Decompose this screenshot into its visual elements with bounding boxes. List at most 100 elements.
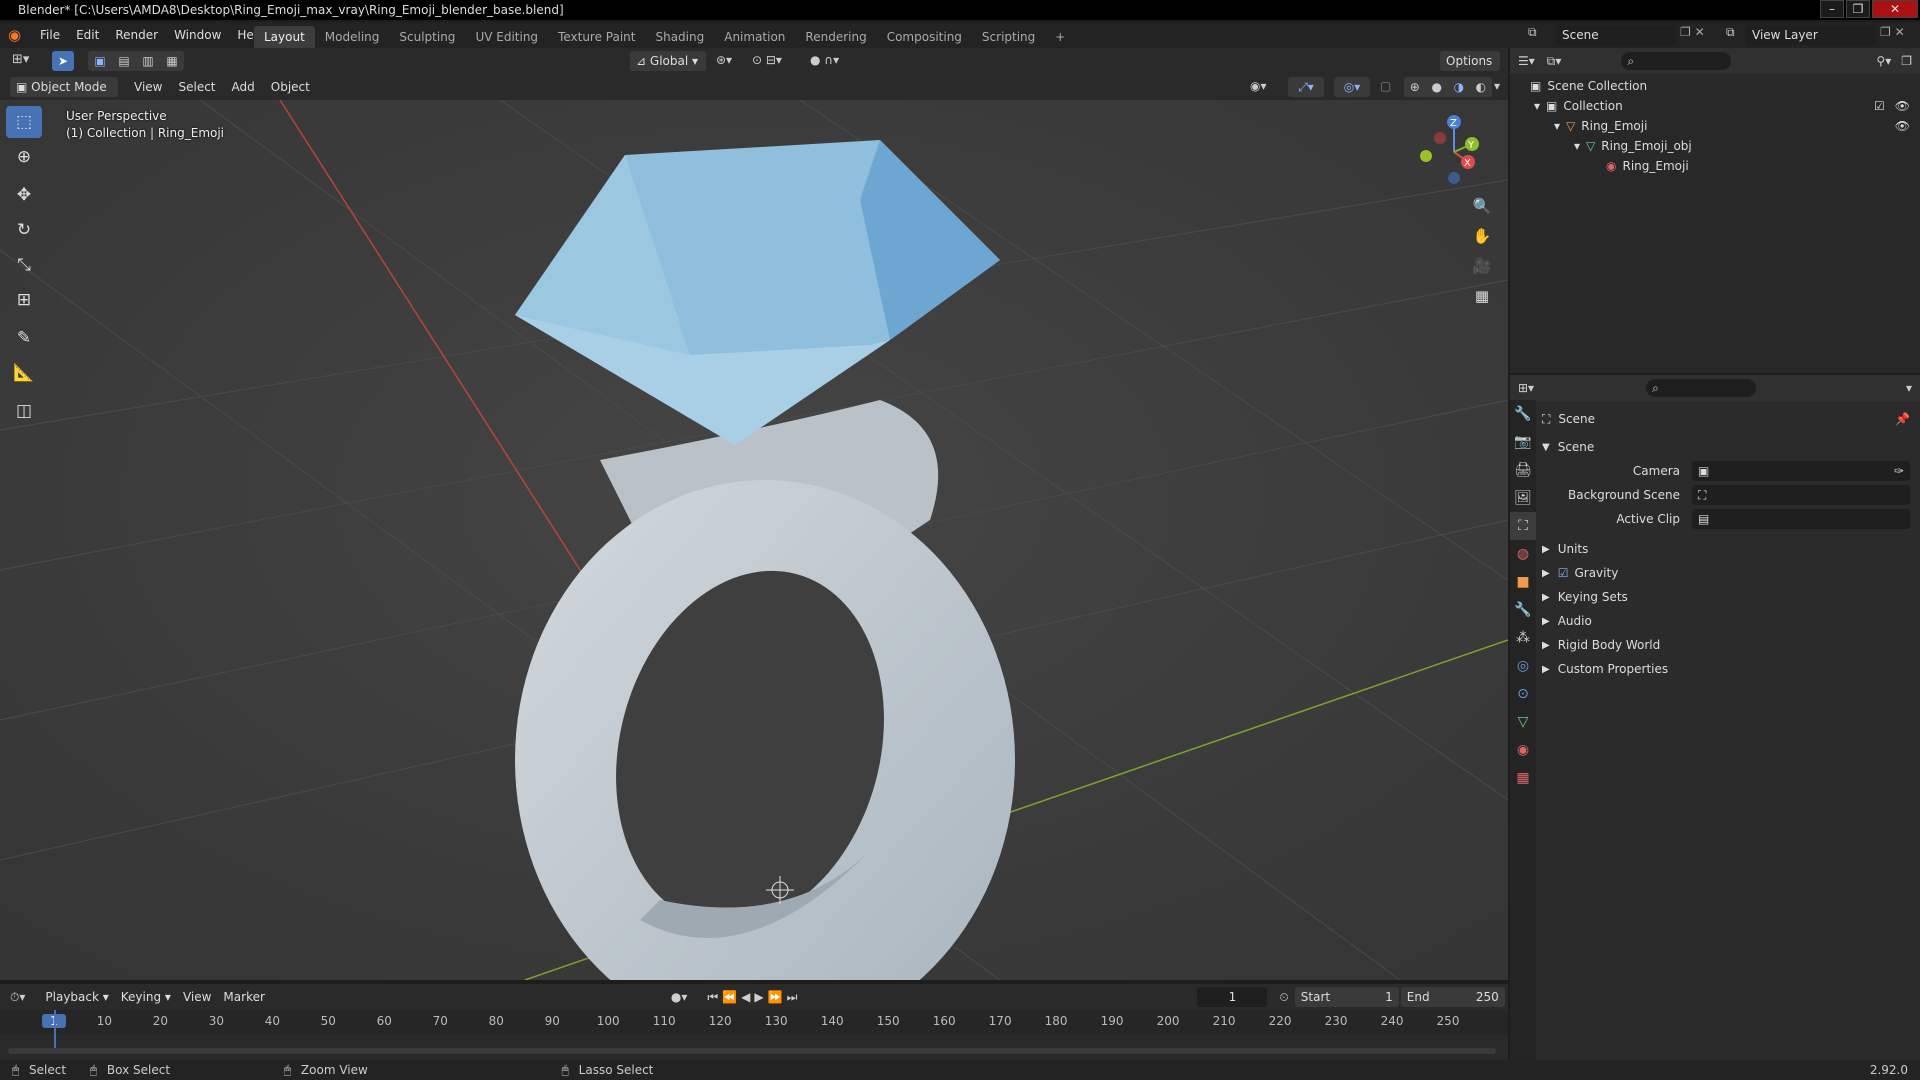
annotate-tool-icon[interactable]: ✎ <box>6 322 42 354</box>
add-cube-tool-icon[interactable]: ◫ <box>6 395 42 427</box>
camera-field[interactable]: ▣ ✑ <box>1692 461 1910 481</box>
navigation-gizmo[interactable]: Z X Y <box>1410 110 1490 190</box>
material-shading-icon[interactable]: ◑ <box>1454 80 1464 94</box>
solid-shading-icon[interactable]: ● <box>1431 80 1441 94</box>
particles-tab-icon[interactable]: ⁂ <box>1510 624 1536 652</box>
data-tab-icon[interactable]: ▽ <box>1510 708 1536 736</box>
view-layer-field[interactable]: View Layer <box>1746 25 1876 45</box>
menu-object[interactable]: Object <box>263 80 318 94</box>
constraints-tab-icon[interactable]: ⊙ <box>1510 680 1536 708</box>
tab-layout[interactable]: Layout <box>254 26 315 48</box>
wireframe-shading-icon[interactable]: ⊕ <box>1410 80 1420 94</box>
play-reverse-icon[interactable]: ◀ <box>741 990 750 1004</box>
tab-sculpting[interactable]: Sculpting <box>389 26 465 48</box>
jump-end-icon[interactable]: ⏭ <box>787 990 798 1005</box>
panel-rigid-body-world[interactable]: ▶ Rigid Body World <box>1542 633 1920 657</box>
physics-tab-icon[interactable]: ◎ <box>1510 652 1536 680</box>
view-layer-browse-icon[interactable]: ⧉ <box>1726 25 1735 40</box>
select-tool-icon[interactable]: ➤ <box>52 51 74 71</box>
world-tab-icon[interactable]: ◍ <box>1510 540 1536 568</box>
select-box-tool-icon[interactable]: ⬚ <box>6 106 42 138</box>
outliner-search-input[interactable]: ⌕ <box>1621 52 1732 70</box>
select-extend-icon[interactable]: ▤ <box>118 54 129 68</box>
eye-icon[interactable]: 👁 <box>1895 116 1910 136</box>
new-scene-icon[interactable]: ❐ ✕ <box>1680 25 1705 39</box>
end-frame-field[interactable]: End 250 <box>1400 987 1505 1007</box>
pivot-point-icon[interactable]: ⊛▾ <box>716 53 732 67</box>
tab-compositing[interactable]: Compositing <box>877 26 972 48</box>
editor-type-icon[interactable]: ⊞▾ <box>12 52 29 67</box>
blender-logo-icon[interactable]: ◉ <box>8 26 26 44</box>
menu-window[interactable]: Window <box>166 28 229 42</box>
xray-toggle-icon[interactable]: ▢ <box>1380 79 1391 93</box>
properties-options-icon[interactable]: ▾ <box>1906 381 1912 395</box>
gravity-checkbox-icon[interactable]: ☑ <box>1558 566 1569 580</box>
outliner-row-ring-emoji[interactable]: ▾ ▽ Ring_Emoji 👁 <box>1510 116 1920 136</box>
outliner-row-ring-emoji-obj[interactable]: ▾ ▽ Ring_Emoji_obj <box>1510 136 1920 156</box>
overlay-toggle-icon[interactable]: ◎▾ <box>1334 77 1370 97</box>
scene-browse-icon[interactable]: ⧉ <box>1528 25 1548 45</box>
panel-gravity[interactable]: ▶ ☑ Gravity <box>1542 561 1920 585</box>
tab-scripting[interactable]: Scripting <box>972 26 1045 48</box>
output-tab-icon[interactable]: 🖨 <box>1510 456 1536 484</box>
rendered-shading-icon[interactable]: ◐ <box>1476 80 1486 94</box>
outliner-row-material[interactable]: ◉ Ring_Emoji <box>1510 156 1920 176</box>
transform-tool-icon[interactable]: ⊞ <box>6 284 42 316</box>
playback-menu[interactable]: Playback ▾ <box>39 987 114 1007</box>
view-layer-tab-icon[interactable]: 🖼 <box>1510 484 1536 512</box>
proportional-editing-icon[interactable]: ● ∩▾ <box>810 53 839 67</box>
3d-viewport[interactable] <box>0 100 1508 980</box>
move-tool-icon[interactable]: ✥ <box>6 179 42 211</box>
visibility-icon[interactable]: ◉▾ <box>1250 79 1267 93</box>
select-new-icon[interactable]: ▣ <box>94 54 105 68</box>
expand-arrow-icon[interactable]: ▾ <box>1574 136 1580 156</box>
options-dropdown[interactable]: Options ▾ <box>1440 51 1500 88</box>
properties-search-input[interactable]: ⌕ <box>1646 379 1757 397</box>
gizmo-toggle-icon[interactable]: ⤢▾ <box>1288 77 1324 97</box>
panel-audio[interactable]: ▶ Audio <box>1542 609 1920 633</box>
tool-tab-icon[interactable]: 🔧 <box>1510 400 1536 428</box>
play-icon[interactable]: ▶ <box>754 990 763 1004</box>
material-tab-icon[interactable]: ◉ <box>1510 736 1536 764</box>
menu-render[interactable]: Render <box>107 28 166 42</box>
menu-select[interactable]: Select <box>170 80 223 94</box>
timeline-editor-icon[interactable]: ⏱▾ <box>10 990 25 1005</box>
rotate-tool-icon[interactable]: ↻ <box>6 214 42 246</box>
active-clip-field[interactable]: ▤ <box>1692 509 1910 529</box>
keyframe-prev-icon[interactable]: ⏪ <box>722 990 737 1004</box>
start-frame-field[interactable]: Start 1 <box>1294 987 1399 1007</box>
scene-name-field[interactable]: Scene <box>1556 25 1676 45</box>
panel-scene-header[interactable]: ▼ Scene <box>1542 435 1920 459</box>
background-scene-field[interactable]: ⛶ <box>1692 485 1910 505</box>
record-icon[interactable]: ●▾ <box>671 990 688 1004</box>
snap-icon[interactable]: ⊙ ⊟▾ <box>752 53 782 67</box>
tab-texture-paint[interactable]: Texture Paint <box>548 26 645 48</box>
close-button[interactable]: ✕ <box>1872 0 1918 18</box>
panel-keying-sets[interactable]: ▶ Keying Sets <box>1542 585 1920 609</box>
scene-tab-icon[interactable]: ⛶ <box>1510 512 1536 540</box>
timeline-track-area[interactable] <box>0 1010 1508 1058</box>
object-tab-icon[interactable]: ■ <box>1510 568 1536 596</box>
measure-tool-icon[interactable]: 📐 <box>6 357 42 389</box>
zoom-icon[interactable]: 🔍 <box>1468 192 1496 220</box>
new-collection-icon[interactable]: ❐ <box>1901 54 1912 68</box>
jump-start-icon[interactable]: ⏮ <box>707 990 718 1005</box>
select-intersect-icon[interactable]: ▦ <box>166 54 177 68</box>
cursor-tool-icon[interactable]: ⊕ <box>6 141 42 173</box>
transform-orientation-dropdown[interactable]: ⊿ Global ▾ <box>630 51 706 71</box>
eye-icon[interactable]: 👁 <box>1895 96 1910 116</box>
preview-range-icon[interactable]: ⏲ <box>1279 990 1288 1005</box>
tab-animation[interactable]: Animation <box>714 26 795 48</box>
menu-edit[interactable]: Edit <box>68 28 107 42</box>
outliner-row-collection[interactable]: ▾ ▣ Collection ☑ 👁 <box>1510 96 1920 116</box>
properties-editor-icon[interactable]: ⊞▾ <box>1518 381 1534 395</box>
menu-file[interactable]: File <box>32 28 68 42</box>
modifier-tab-icon[interactable]: 🔧 <box>1510 596 1536 624</box>
expand-arrow-icon[interactable]: ▾ <box>1554 116 1560 136</box>
playhead[interactable] <box>54 1010 56 1050</box>
collection-checkbox-icon[interactable]: ☑ <box>1874 96 1885 116</box>
outliner-row-scene-collection[interactable]: ▣ Scene Collection <box>1510 76 1920 96</box>
perspective-grid-icon[interactable]: ▦ <box>1468 282 1496 310</box>
scale-tool-icon[interactable]: ⤡ <box>6 249 42 281</box>
keying-menu[interactable]: Keying ▾ <box>115 987 177 1007</box>
